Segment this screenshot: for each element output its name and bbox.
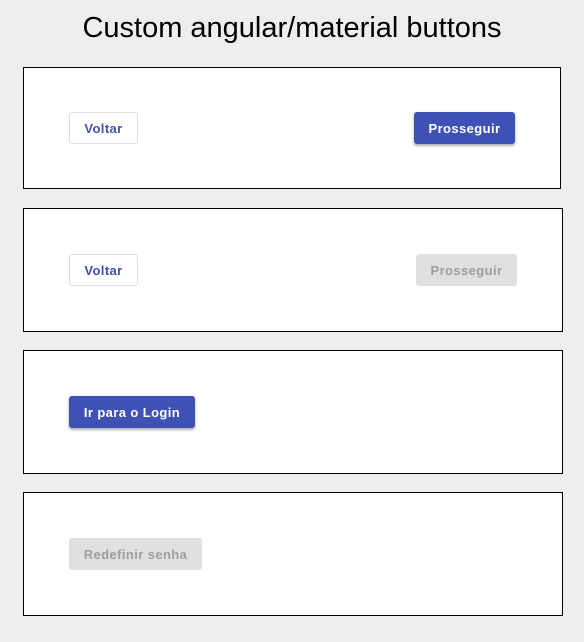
button-card-back-next: Voltar Prosseguir xyxy=(23,67,561,189)
reset-password-button-disabled: Redefinir senha xyxy=(69,538,202,570)
back-button[interactable]: Voltar xyxy=(69,112,138,144)
button-card-back-next-disabled: Voltar Prosseguir xyxy=(23,208,563,332)
button-card-login: Ir para o Login xyxy=(23,350,563,474)
button-card-reset-password: Redefinir senha xyxy=(23,492,563,616)
page-title: Custom angular/material buttons xyxy=(82,12,502,44)
go-to-login-button[interactable]: Ir para o Login xyxy=(69,396,195,428)
back-button[interactable]: Voltar xyxy=(69,254,138,286)
next-button-disabled: Prosseguir xyxy=(416,254,517,286)
next-button[interactable]: Prosseguir xyxy=(414,112,515,144)
